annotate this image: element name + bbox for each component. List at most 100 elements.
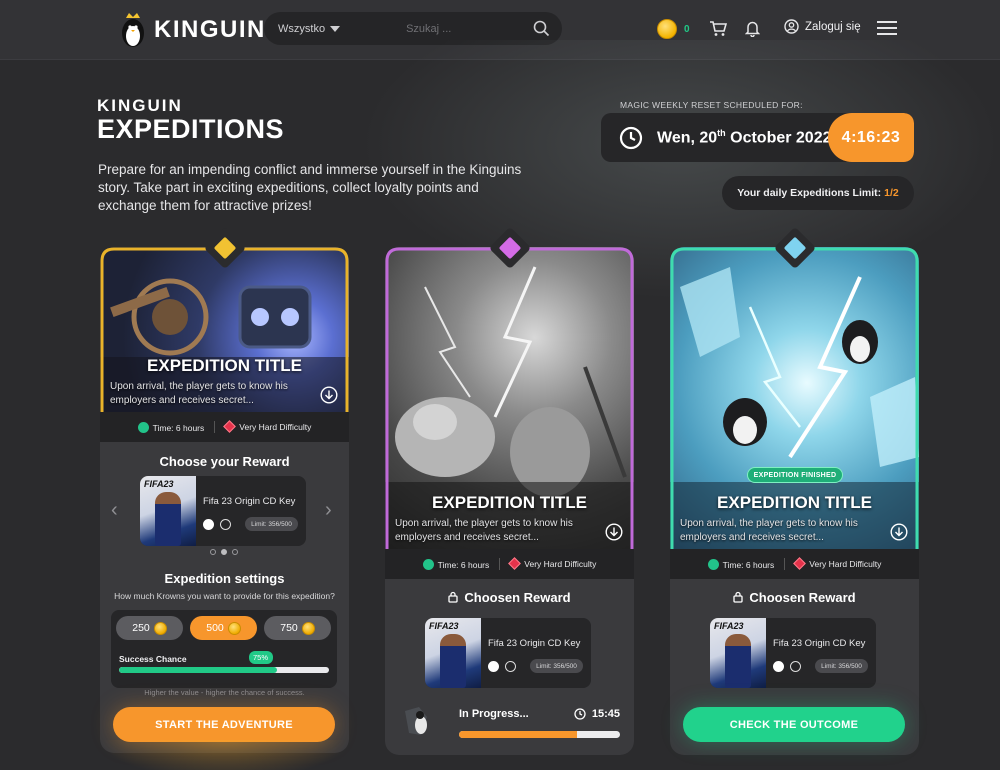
download-icon[interactable] — [890, 523, 908, 541]
brand-label: KINGUIN — [97, 96, 183, 115]
krown-coin-icon — [657, 19, 677, 39]
divider — [214, 421, 216, 433]
duration: Time: 6 hours — [137, 421, 205, 433]
duration-label: Time: 6 hours — [722, 559, 775, 570]
difficulty-label: Very Hard Difficulty — [524, 559, 597, 569]
globe-icon — [220, 519, 231, 530]
bell-icon[interactable] — [745, 20, 760, 37]
carousel-dots — [210, 549, 238, 555]
amount-label: 250 — [132, 622, 150, 634]
page-title: EXPEDITIONS — [97, 114, 285, 144]
reward-heading-label: Choosen Reward — [749, 590, 856, 605]
amount-label: 500 — [206, 622, 224, 634]
reward-image: FIFA23 — [710, 618, 766, 688]
success-chance-bar — [119, 667, 329, 673]
player-figure — [725, 634, 751, 688]
check-outcome-button[interactable]: CHECK THE OUTCOME — [683, 707, 905, 742]
reward-image: FIFA23 — [140, 476, 196, 546]
lock-icon — [448, 591, 459, 603]
settings-title: Expedition settings — [164, 571, 285, 586]
search-icon[interactable] — [533, 20, 550, 37]
carousel-dot-active[interactable] — [221, 549, 227, 555]
success-chance-label: Success Chance — [119, 654, 187, 664]
carousel-dot[interactable] — [232, 549, 238, 555]
amount-option-750[interactable]: 750 — [264, 616, 331, 640]
expedition-finished-badge: EXPEDITION FINISHED — [747, 467, 843, 483]
difficulty: Very Hard Difficulty — [793, 557, 882, 570]
chevron-left-icon[interactable]: ‹ — [111, 499, 118, 522]
clock-icon — [707, 558, 719, 570]
carousel-dot[interactable] — [210, 549, 216, 555]
platform-icons — [773, 661, 801, 672]
platform-icons — [203, 519, 231, 530]
search-category-select[interactable]: Wszystko — [278, 22, 341, 35]
reward-badge: FIFA23 — [714, 621, 744, 631]
globe-icon — [505, 661, 516, 672]
duration-label: Time: 6 hours — [152, 422, 205, 433]
reward-item: FIFA23 Fifa 23 Origin CD Key Limit: 356/… — [710, 618, 876, 688]
reward-heading: Choosen Reward — [385, 590, 634, 605]
origin-icon — [488, 661, 499, 672]
login-link[interactable]: Zaloguj się — [784, 19, 861, 34]
cart-icon[interactable] — [709, 20, 727, 37]
success-chance-value: 75% — [248, 651, 273, 664]
timer-icon — [574, 708, 586, 720]
expedition-title: EXPEDITION TITLE — [147, 356, 302, 375]
card-body: Choosen Reward FIFA23 Fifa 23 Origin CD … — [385, 579, 634, 755]
reset-date-month: October 2022 — [725, 129, 832, 147]
difficulty: Very Hard Difficulty — [223, 420, 311, 433]
expedition-title: EXPEDITION TITLE — [717, 493, 872, 512]
expedition-description: Upon arrival, the player gets to know hi… — [395, 518, 573, 543]
platform-icons — [488, 661, 516, 672]
expedition-meta: Time: 6 hours Very Hard Difficulty — [670, 549, 919, 579]
lock-icon — [733, 591, 744, 603]
reward-name: Fifa 23 Origin CD Key — [773, 638, 866, 649]
difficulty-label: Very Hard Difficulty — [809, 559, 882, 569]
amount-option-500[interactable]: 500 — [190, 616, 257, 640]
duration: Time: 6 hours — [422, 558, 489, 570]
player-figure — [440, 634, 466, 688]
download-icon[interactable] — [605, 523, 623, 541]
reward-heading: Choosen Reward — [670, 590, 919, 605]
reward-item[interactable]: FIFA23 Fifa 23 Origin CD Key Limit: 356/… — [140, 476, 306, 546]
difficulty: Very Hard Difficulty — [508, 557, 597, 570]
krown-coin-icon — [153, 621, 167, 635]
divider — [784, 558, 786, 570]
progress-time-value: 15:45 — [591, 708, 620, 720]
reward-heading-label: Choosen Reward — [464, 590, 571, 605]
reset-date-ordinal: th — [717, 128, 726, 138]
origin-icon — [203, 519, 214, 530]
progress-bar — [459, 731, 620, 738]
difficulty-icon — [793, 557, 807, 570]
success-chance-fill — [119, 667, 277, 673]
amount-label: 750 — [280, 622, 298, 634]
search-category-label: Wszystko — [278, 22, 326, 35]
start-adventure-button[interactable]: START THE ADVENTURE — [113, 707, 335, 742]
reward-badge: FIFA23 — [429, 621, 459, 631]
daily-limit-label: Your daily Expeditions Limit: — [737, 187, 882, 199]
hamburger-menu-icon[interactable] — [877, 20, 897, 36]
expedition-meta: Time: 6 hours Very Hard Difficulty — [385, 549, 634, 579]
progress-fill — [459, 731, 577, 738]
progress-label: In Progress... — [459, 708, 529, 720]
reward-name: Fifa 23 Origin CD Key — [488, 638, 581, 649]
kinguin-logo[interactable]: KINGUIN — [118, 12, 266, 48]
amount-option-250[interactable]: 250 — [116, 616, 183, 640]
download-icon[interactable] — [320, 386, 338, 404]
clock-icon — [137, 421, 149, 433]
card-body: Choose your Reward ‹ › FIFA23 Fifa 23 Or… — [100, 442, 349, 753]
daily-limit-value: 1/2 — [884, 187, 899, 199]
expedition-description: Upon arrival, the player gets to know hi… — [110, 381, 288, 406]
reward-limit: Limit: 356/500 — [530, 659, 583, 673]
user-icon — [784, 19, 799, 34]
chevron-right-icon[interactable]: › — [325, 499, 332, 522]
krown-coin-icon — [227, 621, 241, 635]
search-input[interactable]: Szukaj ... — [406, 23, 451, 35]
progress-time: 15:45 — [574, 708, 620, 720]
expedition-title: EXPEDITION TITLE — [432, 493, 587, 512]
logo-text: KINGUIN — [154, 16, 266, 43]
krowns-balance[interactable]: 0 — [657, 19, 690, 39]
reward-heading: Choose your Reward — [159, 454, 290, 469]
krowns-amount-panel: 250 500 750 Success Chance 75% — [111, 610, 337, 688]
reset-date-day: Wen, 20 — [657, 129, 718, 147]
